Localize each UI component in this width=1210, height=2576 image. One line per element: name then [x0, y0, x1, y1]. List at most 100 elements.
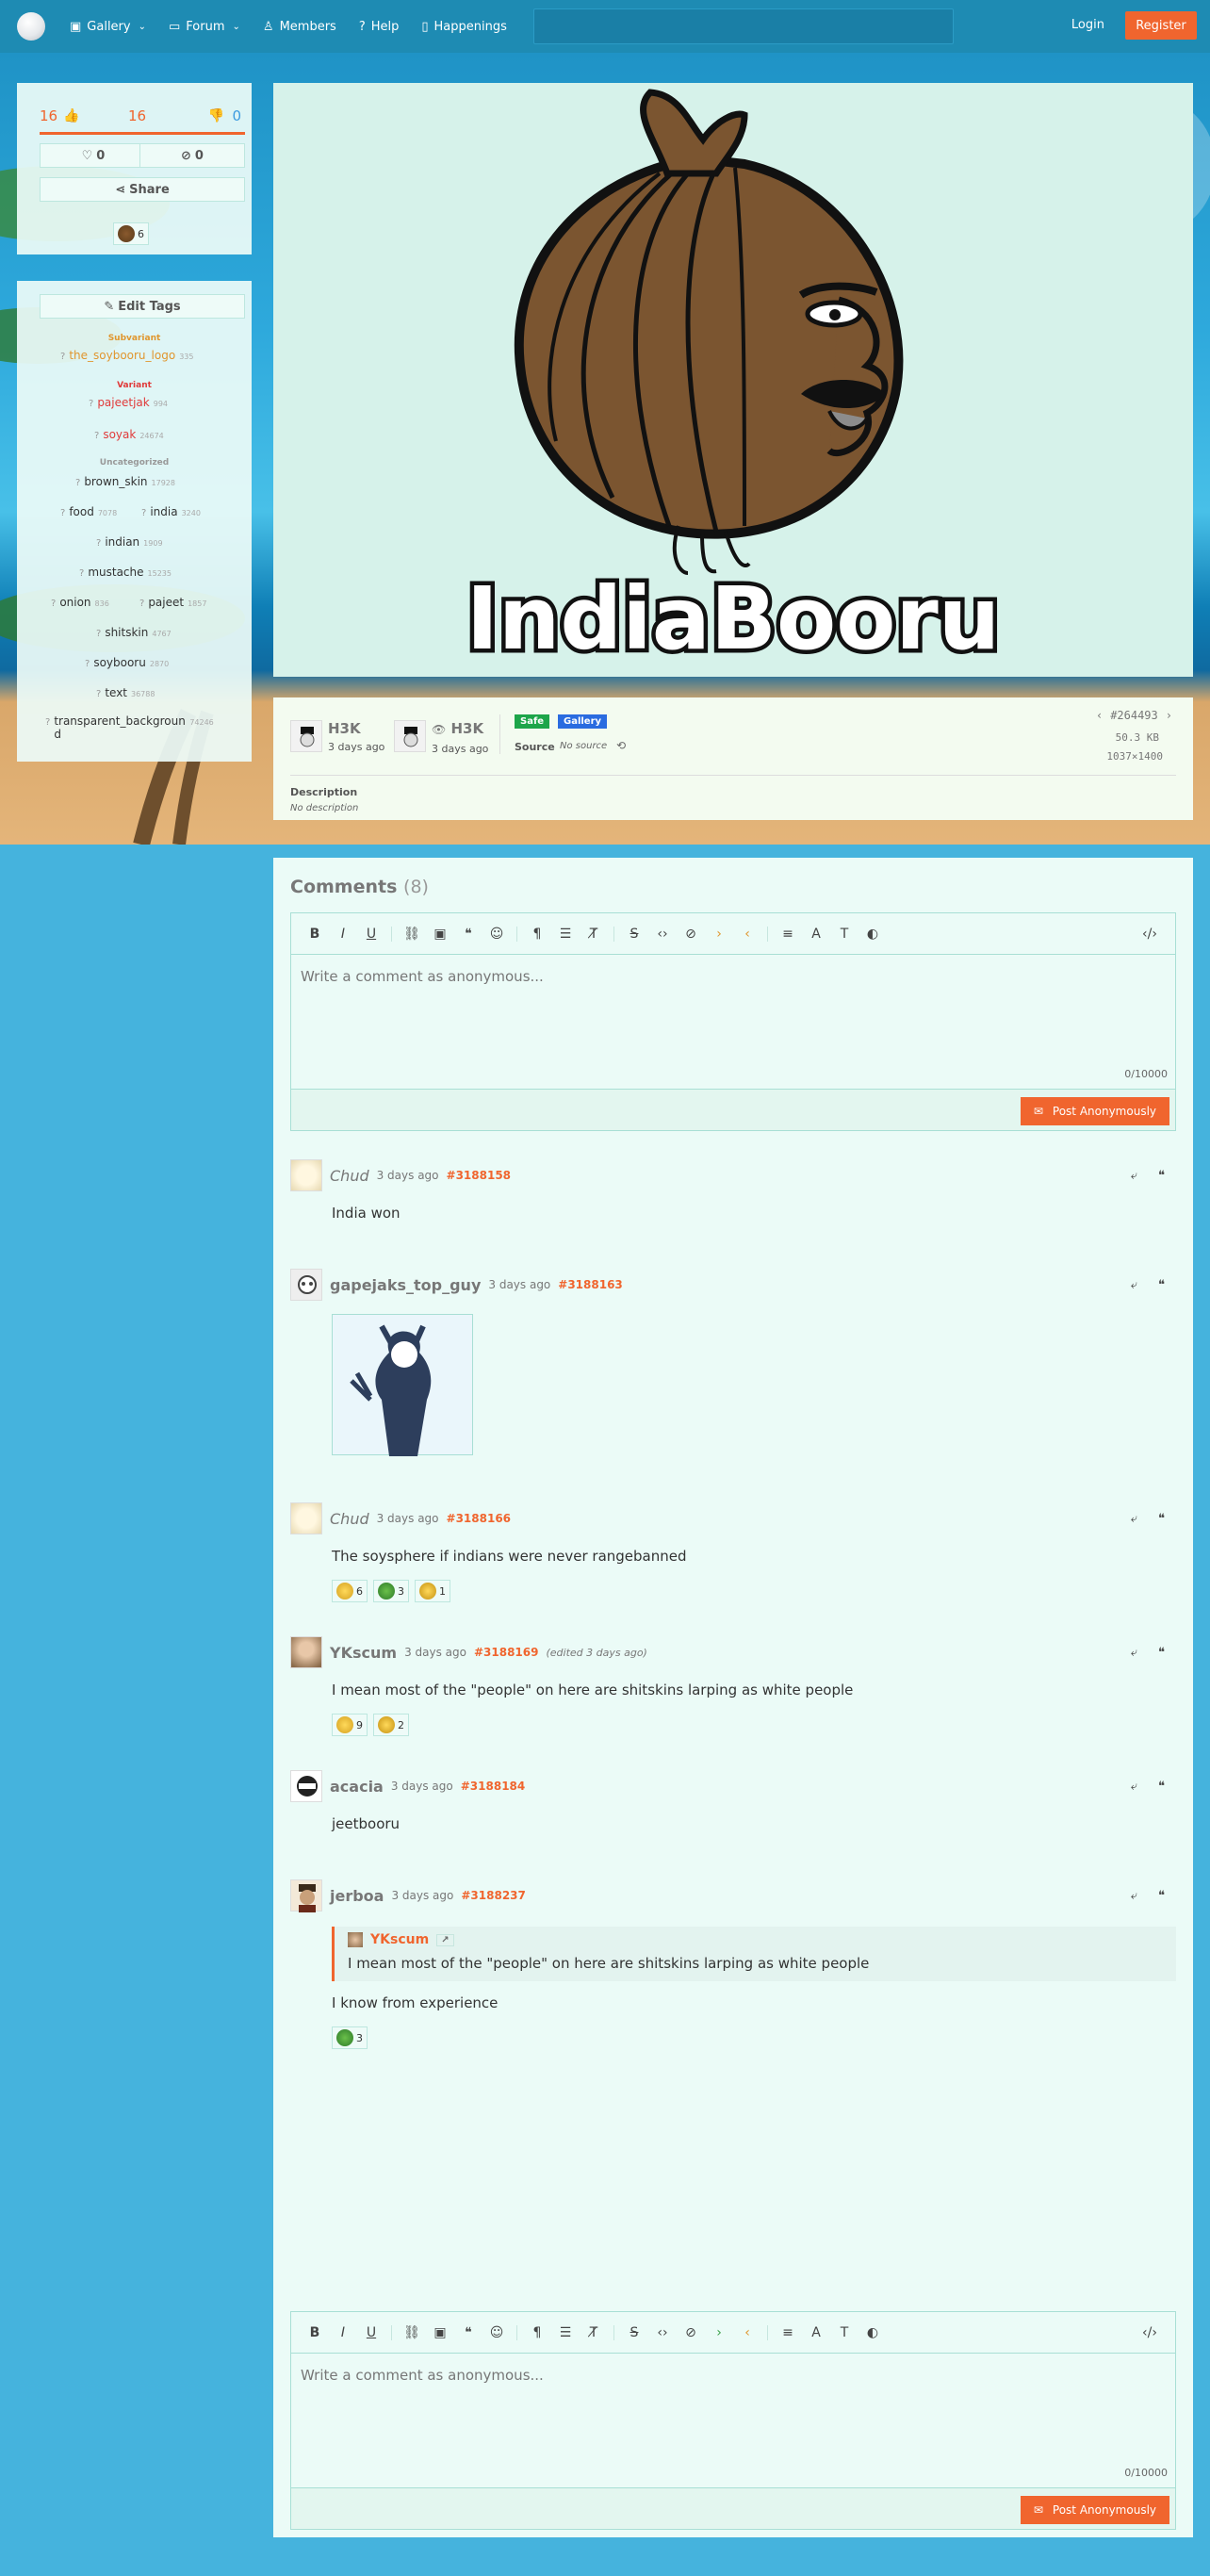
code-icon[interactable]: ‹› [648, 2325, 677, 2340]
comment-id[interactable]: #3188169 [474, 1646, 539, 1659]
rating-badge[interactable]: Safe [515, 714, 550, 729]
avatar[interactable] [394, 720, 426, 752]
reaction-pill[interactable]: 3 [332, 2026, 368, 2049]
login-link[interactable]: Login [1071, 18, 1104, 32]
quote-icon[interactable]: ❝ [1158, 1169, 1165, 1183]
avatar[interactable] [290, 1159, 322, 1191]
text-color-icon[interactable]: A [802, 927, 830, 942]
underline-icon[interactable]: U [357, 927, 385, 942]
reaction-pill[interactable]: 6 [332, 1580, 368, 1602]
nav-happenings[interactable]: ▯ Happenings [421, 20, 507, 34]
code-icon[interactable]: ‹› [648, 927, 677, 942]
tag-name[interactable]: transparent_background [54, 714, 186, 741]
tag-name[interactable]: text [105, 686, 127, 699]
approver-name[interactable]: H3K [450, 720, 483, 737]
chevron-right-icon[interactable]: › [1166, 709, 1172, 722]
emoji-icon[interactable]: ☺ [482, 927, 511, 942]
greentext-icon[interactable]: › [705, 2325, 733, 2340]
avatar[interactable] [290, 1770, 322, 1802]
text-color-icon[interactable]: A [802, 2325, 830, 2340]
tag-name[interactable]: pajeet [148, 596, 184, 609]
history-icon[interactable]: ⟲ [616, 739, 626, 752]
post-anonymously-button[interactable]: ✉ Post Anonymously [1020, 1097, 1169, 1125]
link-icon[interactable]: ⛓ [398, 2325, 426, 2340]
tag-name[interactable]: mustache [88, 566, 143, 579]
comment-textarea[interactable] [291, 2354, 1175, 2486]
tag-name[interactable]: pajeetjak [97, 396, 149, 409]
reply-icon[interactable]: ⤶ [1131, 1780, 1137, 1794]
quote-icon[interactable]: ❝ [1158, 1889, 1165, 1903]
palette-icon[interactable]: ◐ [858, 2325, 887, 2340]
avatar[interactable] [290, 720, 322, 752]
tag-item[interactable]: ? pajeet 1857 [139, 596, 206, 609]
reply-icon[interactable]: ⤶ [1131, 1512, 1137, 1526]
tag-item[interactable]: ? mustache 15235 [79, 566, 172, 579]
link-icon[interactable]: ⛓ [398, 927, 426, 942]
nav-help[interactable]: ? Help [359, 20, 400, 34]
image-icon[interactable]: ▣ [426, 927, 454, 942]
quote-icon[interactable]: ❝ [1158, 1646, 1165, 1660]
align-icon[interactable]: ≡ [774, 927, 802, 942]
comment-id[interactable]: #3188237 [461, 1889, 526, 1902]
post-anonymously-button[interactable]: ✉ Post Anonymously [1020, 2496, 1169, 2524]
tag-item[interactable]: ? the_soybooru_logo 335 [60, 349, 193, 362]
register-button[interactable]: Register [1125, 11, 1197, 40]
bold-icon[interactable]: B [301, 927, 329, 942]
tag-name[interactable]: soyak [103, 428, 136, 441]
reply-icon[interactable]: ⤶ [1131, 1889, 1137, 1903]
chevron-left-icon[interactable]: ‹ [1096, 709, 1103, 722]
source-code-icon[interactable]: ‹/› [1136, 2325, 1164, 2340]
tag-item[interactable]: ? brown_skin 17928 [75, 475, 175, 488]
palette-icon[interactable]: ◐ [858, 927, 887, 942]
reaction-pill[interactable]: 3 [373, 1580, 409, 1602]
comment-textarea[interactable] [291, 955, 1175, 1087]
align-icon[interactable]: ≡ [774, 2325, 802, 2340]
comment-author[interactable]: Chud [330, 1167, 369, 1185]
tag-item[interactable]: ? shitskin 4767 [96, 626, 172, 639]
tag-item[interactable]: ? food 7078 [60, 505, 117, 518]
hide-button[interactable]: ⊘ 0 [139, 143, 245, 168]
comment-author[interactable]: Chud [330, 1510, 369, 1528]
list-icon[interactable]: ☰ [551, 2325, 580, 2340]
strikethrough-icon[interactable]: S [620, 2325, 648, 2340]
tag-item[interactable]: ? onion 836 [51, 596, 109, 609]
quote-icon[interactable]: ❝ [1158, 1278, 1165, 1292]
image-icon[interactable]: ▣ [426, 2325, 454, 2340]
reaction-pill[interactable]: 9 [332, 1714, 368, 1736]
tag-name[interactable]: soybooru [93, 656, 146, 669]
comment-author[interactable]: acacia [330, 1778, 384, 1796]
paragraph-icon[interactable]: ¶ [523, 2325, 551, 2340]
greentext-icon[interactable]: › [705, 927, 733, 942]
nav-forum[interactable]: ▭ Forum ⌄ [169, 20, 240, 34]
underline-icon[interactable]: U [357, 2325, 385, 2340]
spoiler-icon[interactable]: ⊘ [677, 2325, 705, 2340]
thumbs-down-icon[interactable]: 👎 [208, 108, 224, 123]
avatar[interactable] [290, 1502, 322, 1534]
clear-format-icon[interactable]: T̸ [580, 927, 608, 942]
clear-format-icon[interactable]: T̸ [580, 2325, 608, 2340]
reply-icon[interactable]: ⤶ [1131, 1278, 1137, 1292]
nav-gallery[interactable]: ▣ Gallery ⌄ [70, 20, 146, 34]
quote-author[interactable]: YKscum [370, 1932, 429, 1947]
tag-name[interactable]: the_soybooru_logo [69, 349, 175, 362]
quote-icon[interactable]: ❝ [1158, 1512, 1165, 1526]
reaction-pill[interactable]: 1 [415, 1580, 450, 1602]
list-icon[interactable]: ☰ [551, 927, 580, 942]
source-code-icon[interactable]: ‹/› [1136, 927, 1164, 942]
comment-author[interactable]: YKscum [330, 1644, 397, 1662]
spoiler-icon[interactable]: ⊘ [677, 927, 705, 942]
search-input[interactable] [532, 8, 954, 44]
tag-name[interactable]: indian [105, 535, 139, 549]
jump-to-comment-icon[interactable]: ↗ [436, 1933, 454, 1946]
tag-item[interactable]: ? soybooru 2870 [85, 656, 169, 669]
gallery-badge[interactable]: Gallery [558, 714, 608, 729]
reply-icon[interactable]: ⤶ [1131, 1169, 1137, 1183]
tag-name[interactable]: brown_skin [84, 475, 147, 488]
paragraph-icon[interactable]: ¶ [523, 927, 551, 942]
reaction-pill[interactable]: 2 [373, 1714, 409, 1736]
tag-item[interactable]: ? text 36788 [96, 686, 155, 699]
tag-item[interactable]: ? indian 1909 [96, 535, 163, 549]
post-image[interactable]: IndiaBooru [273, 83, 1193, 677]
orangetext-icon[interactable]: ‹ [733, 927, 761, 942]
comment-id[interactable]: #3188158 [447, 1169, 512, 1182]
